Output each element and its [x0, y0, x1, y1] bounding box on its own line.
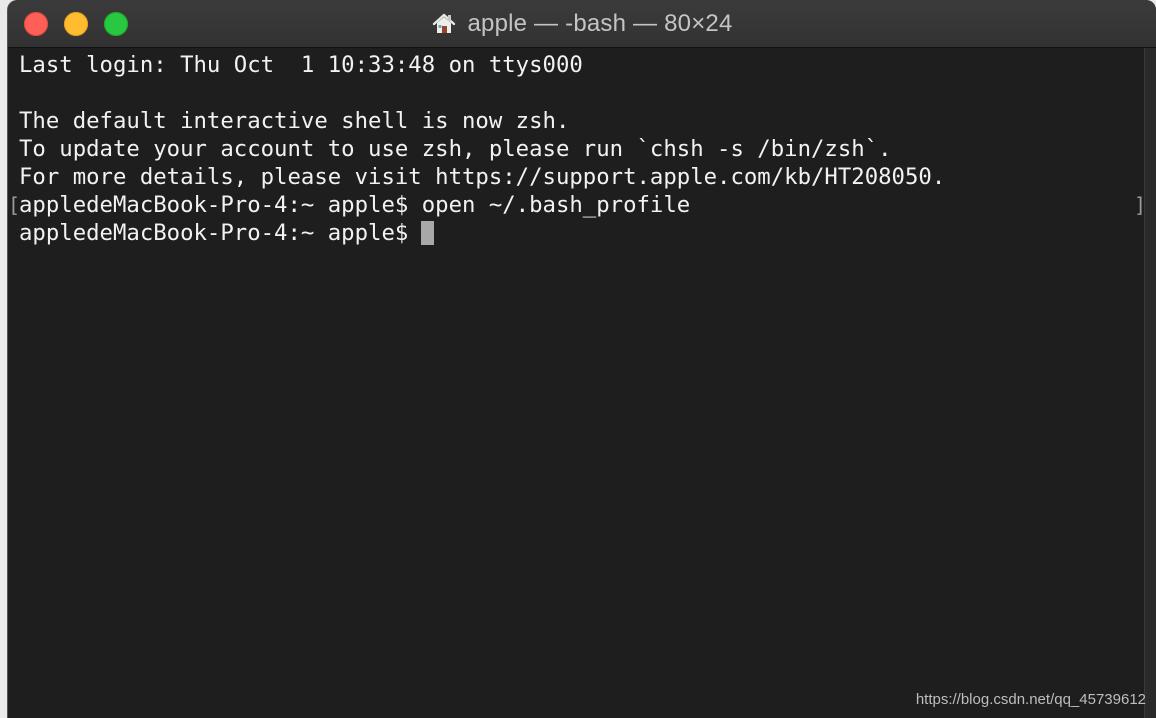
scrollbar[interactable] [1144, 48, 1156, 718]
terminal-line: To update your account to use zsh, pleas… [19, 136, 892, 162]
terminal-prompt: appledeMacBook-Pro-4:~ apple$ [19, 220, 409, 246]
terminal-output[interactable]: Last login: Thu Oct 1 10:33:48 on ttys00… [8, 48, 1146, 718]
window-title: apple — -bash — 80×24 [8, 0, 1156, 47]
terminal-line: For more details, please visit https://s… [19, 164, 946, 190]
text-cursor [421, 221, 435, 245]
terminal-prompt-line: appledeMacBook-Pro-4:~ apple$ [19, 219, 435, 247]
window-title-text: apple — -bash — 80×24 [467, 9, 733, 37]
terminal-window: apple — -bash — 80×24 Last login: Thu Oc… [8, 0, 1156, 718]
mark-bracket-left: [ [8, 193, 21, 217]
terminal-line: Last login: Thu Oct 1 10:33:48 on ttys00… [19, 52, 583, 78]
terminal-line: appledeMacBook-Pro-4:~ apple$ open ~/.ba… [19, 192, 691, 218]
terminal-line: The default interactive shell is now zsh… [19, 108, 570, 134]
home-icon [431, 11, 457, 37]
watermark-text: https://blog.csdn.net/qq_45739612 [915, 691, 1146, 708]
title-bar[interactable]: apple — -bash — 80×24 [8, 0, 1156, 48]
